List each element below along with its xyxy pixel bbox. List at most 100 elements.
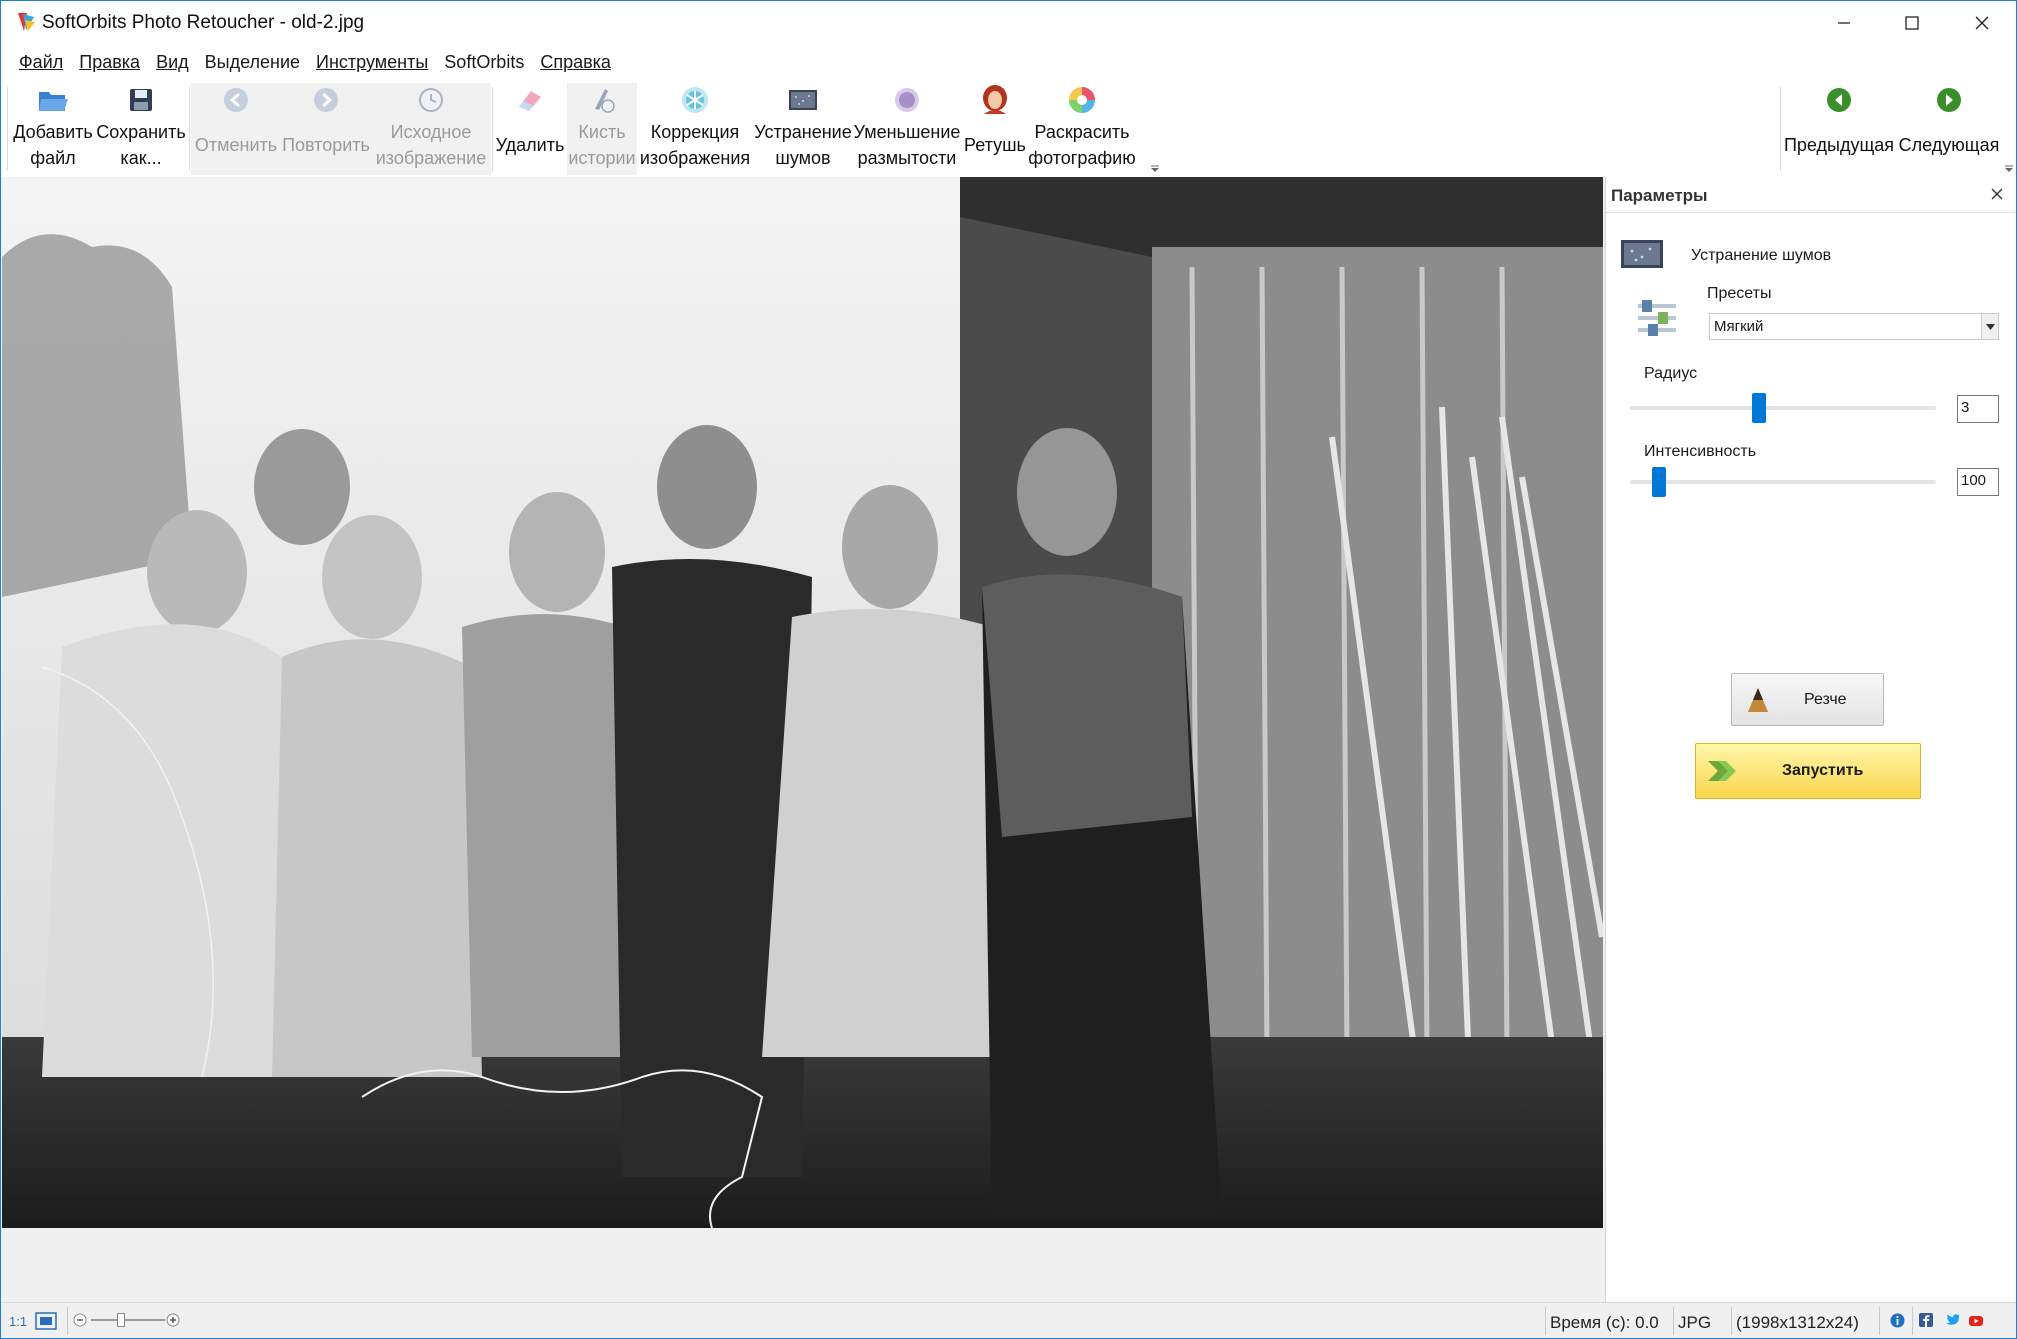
previous-arrow-icon <box>1827 88 1851 112</box>
intensity-label: Интенсивность <box>1644 443 1757 460</box>
app-logo-icon <box>18 13 35 31</box>
panel-close-icon[interactable] <box>1989 186 2005 202</box>
colorize-button[interactable]: Раскрасить фотографию <box>1028 81 1136 177</box>
sharpen-pencil-icon <box>1748 688 1768 712</box>
toolbar-overflow-icon[interactable] <box>1150 165 1160 173</box>
menu-view[interactable]: Вид <box>148 49 197 77</box>
save-as-button[interactable]: Сохранить как... <box>96 81 186 177</box>
run-button[interactable]: Запустить <box>1695 743 1921 799</box>
close-button[interactable] <box>1947 1 2016 45</box>
youtube-icon[interactable] <box>1968 1312 1984 1328</box>
info-icon[interactable] <box>1890 1313 1905 1328</box>
erase-button[interactable]: Удалить <box>495 81 565 177</box>
toolbar-overflow-icon[interactable] <box>2004 165 2014 173</box>
correction-snowflake-icon <box>682 87 708 113</box>
zoom-1to1-button[interactable]: 1:1 <box>9 1314 27 1329</box>
menu-edit[interactable]: Правка <box>71 49 148 77</box>
presets-dropdown[interactable]: Мягкий <box>1709 313 1999 340</box>
open-folder-icon <box>39 92 68 111</box>
clock-icon <box>419 88 443 112</box>
undo-arrow-icon <box>224 88 248 112</box>
panel-title: Параметры <box>1611 186 1708 205</box>
image-correction-button[interactable]: Коррекция изображения <box>639 81 751 177</box>
status-separator <box>1731 1307 1732 1335</box>
maximize-button[interactable] <box>1877 1 1947 45</box>
denoise-button[interactable]: Устранение шумов <box>753 81 853 177</box>
toolbar-separator <box>189 87 190 171</box>
sharper-button[interactable]: Резче <box>1731 673 1884 726</box>
radius-slider-track[interactable] <box>1630 406 1936 410</box>
menu-tools[interactable]: Инструменты <box>308 49 436 77</box>
original-image-button[interactable]: Исходное изображение <box>373 81 489 177</box>
twitter-icon[interactable] <box>1945 1313 1961 1327</box>
next-arrow-icon <box>1937 88 1961 112</box>
radius-value-input[interactable]: 3 <box>1957 395 1999 423</box>
toolbar: Добавить файл Сохранить как... Отменить <box>1 81 2016 177</box>
history-brush-icon <box>595 89 615 113</box>
toolbar-separator <box>492 87 493 171</box>
next-button[interactable]: Следующая <box>1897 81 2001 177</box>
status-separator <box>67 1307 68 1335</box>
add-file-button[interactable]: Добавить файл <box>11 81 95 177</box>
image-canvas[interactable] <box>1 177 1605 1302</box>
intensity-slider-track[interactable] <box>1630 480 1936 484</box>
panel-header: Параметры <box>1606 177 2016 213</box>
menu-softorbits[interactable]: SoftOrbits <box>436 49 532 77</box>
status-separator <box>1912 1307 1913 1335</box>
photo-image[interactable] <box>2 177 1603 1228</box>
toolbar-separator <box>7 87 8 171</box>
tool-name: Устранение шумов <box>1691 247 1832 264</box>
redo-button[interactable]: Повторить <box>281 81 371 177</box>
undo-button[interactable]: Отменить <box>193 81 279 177</box>
close-icon <box>1975 16 1989 30</box>
denoise-icon <box>789 90 817 110</box>
zoom-slider-thumb[interactable] <box>117 1313 125 1327</box>
status-bar: 1:1 Время (с): 0.0 JPG (1998x1312x24) <box>1 1302 2016 1338</box>
radius-slider-thumb[interactable] <box>1752 393 1766 423</box>
intensity-slider-thumb[interactable] <box>1652 467 1666 497</box>
image-dimensions: (1998x1312x24) <box>1736 1313 1859 1332</box>
maximize-icon <box>1905 16 1919 30</box>
presets-label: Пресеты <box>1707 285 1772 302</box>
app-window: SoftOrbits Photo Retoucher - old-2.jpg Ф… <box>0 0 2017 1339</box>
save-disk-icon <box>130 89 152 111</box>
status-separator <box>1545 1307 1546 1335</box>
menu-help[interactable]: Справка <box>532 49 619 77</box>
eraser-icon <box>519 91 541 111</box>
zoom-out-icon[interactable] <box>73 1313 87 1327</box>
run-arrow-icon <box>1708 761 1736 781</box>
retouch-button[interactable]: Ретушь <box>961 81 1029 177</box>
title-bar: SoftOrbits Photo Retoucher - old-2.jpg <box>1 1 2016 45</box>
menu-selection[interactable]: Выделение <box>197 49 308 77</box>
menu-bar: Файл Правка Вид Выделение Инструменты So… <box>1 49 2016 77</box>
menu-file[interactable]: Файл <box>11 49 71 77</box>
dropdown-arrow[interactable] <box>1981 314 1998 339</box>
minimize-button[interactable] <box>1809 1 1879 45</box>
radius-label: Радиус <box>1644 365 1698 382</box>
run-label: Запустить <box>1782 762 1864 779</box>
image-format: JPG <box>1678 1313 1712 1332</box>
previous-button[interactable]: Предыдущая <box>1783 81 1895 177</box>
retouch-face-icon <box>983 85 1007 114</box>
zoom-slider-track[interactable] <box>91 1319 165 1321</box>
intensity-value-input[interactable]: 100 <box>1957 468 1999 496</box>
deblur-icon <box>895 88 919 112</box>
status-separator <box>1673 1307 1674 1335</box>
processing-time: Время (с): 0.0 <box>1550 1313 1659 1332</box>
redo-arrow-icon <box>314 88 338 112</box>
facebook-icon[interactable] <box>1919 1313 1933 1327</box>
fit-to-window-icon[interactable] <box>35 1312 57 1330</box>
presets-sliders-icon <box>1638 300 1676 336</box>
minimize-icon <box>1838 22 1850 24</box>
deblur-button[interactable]: Уменьшение размытости <box>854 81 960 177</box>
presets-selected-value: Мягкий <box>1714 318 1764 335</box>
window-title: SoftOrbits Photo Retoucher - old-2.jpg <box>42 12 365 33</box>
zoom-in-icon[interactable] <box>166 1313 180 1327</box>
sharper-label: Резче <box>1804 691 1847 708</box>
chevron-down-icon <box>1985 323 1995 330</box>
parameters-panel: Параметры Устранение шумов Пресеты Мягки… <box>1605 177 2016 1302</box>
history-brush-button[interactable]: Кисть истории <box>567 81 637 177</box>
toolbar-separator <box>1780 87 1781 171</box>
colorize-wheel-icon <box>1069 87 1095 113</box>
denoise-tool-icon <box>1621 240 1663 268</box>
